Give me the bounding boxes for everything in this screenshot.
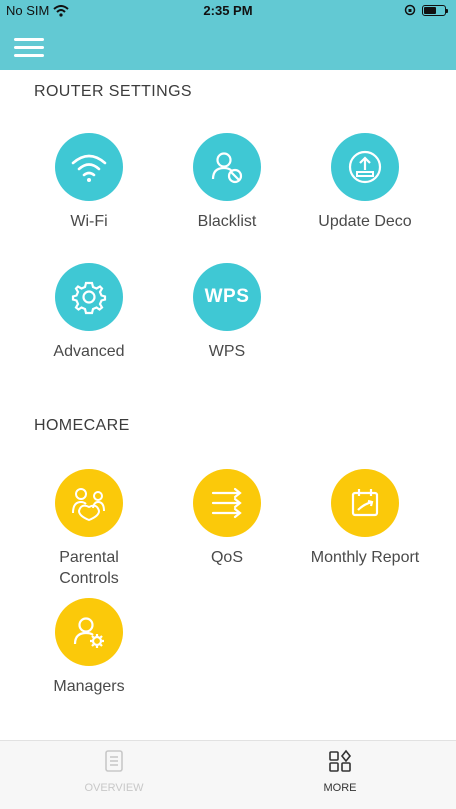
blacklist-user-icon [193, 133, 261, 201]
orientation-lock-icon [404, 4, 416, 16]
wps-icon: WPS [193, 263, 261, 331]
upload-icon [331, 133, 399, 201]
manager-user-icon [55, 598, 123, 666]
battery-fill [424, 6, 436, 14]
menu-button[interactable] [14, 38, 44, 58]
tile-blacklist[interactable]: Blacklist [157, 133, 297, 232]
tile-qos[interactable]: QoS [157, 469, 297, 568]
tile-label-parental-controls: Parental Controls [59, 549, 119, 587]
more-grid-icon [329, 749, 352, 772]
status-right [404, 4, 448, 16]
router-settings-title: ROUTER SETTINGS [34, 83, 193, 100]
overview-document-icon [105, 750, 123, 772]
app-header: No SIM 2:35 PM [0, 0, 456, 70]
wifi-icon [55, 133, 123, 201]
wps-icon-text: WPS [204, 286, 250, 307]
tile-update-deco[interactable]: Update Deco [295, 133, 435, 232]
nav-more[interactable]: MORE [280, 749, 400, 794]
tile-label-advanced: Advanced [53, 343, 125, 360]
bottom-nav: OVERVIEW MORE [0, 740, 456, 809]
tile-label-update-deco: Update Deco [318, 213, 412, 230]
status-time: 2:35 PM [203, 3, 253, 18]
tile-label-wifi: Wi-Fi [70, 213, 108, 230]
gear-icon [55, 263, 123, 331]
nav-label-overview: OVERVIEW [84, 782, 144, 794]
tile-advanced[interactable]: Advanced [19, 263, 159, 362]
tile-parental-controls[interactable]: Parental Controls [19, 469, 159, 589]
tile-label-monthly-report: Monthly Report [310, 549, 420, 566]
qos-icon [193, 469, 261, 537]
tile-wifi[interactable]: Wi-Fi [19, 133, 159, 232]
main-content: ROUTER SETTINGS Wi-Fi Blacklist Update D… [0, 70, 456, 740]
nav-overview[interactable]: OVERVIEW [54, 749, 174, 794]
tile-wps[interactable]: WPS WPS [157, 263, 297, 362]
tile-label-wps: WPS [208, 343, 246, 360]
homecare-title: HOMECARE [34, 417, 130, 434]
tile-label-blacklist: Blacklist [197, 213, 257, 230]
calendar-report-icon [331, 469, 399, 537]
battery-icon [422, 4, 448, 16]
tile-managers[interactable]: Managers [19, 598, 159, 697]
nav-label-more: MORE [323, 782, 357, 794]
status-bar: No SIM 2:35 PM [0, 0, 456, 22]
tile-label-managers: Managers [53, 678, 125, 695]
tile-monthly-report[interactable]: Monthly Report [295, 469, 435, 568]
parental-controls-icon [55, 469, 123, 537]
tile-label-qos: QoS [210, 549, 243, 566]
